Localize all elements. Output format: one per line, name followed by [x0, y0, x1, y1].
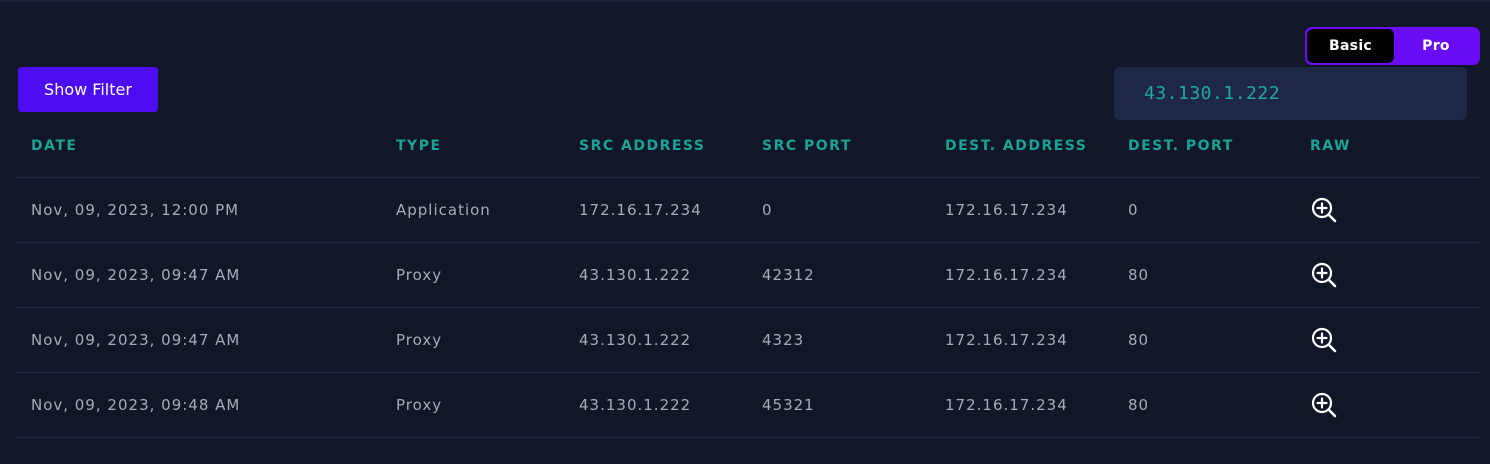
- table-row[interactable]: Nov, 09, 2023, 09:47 AM Proxy 43.130.1.2…: [16, 307, 1480, 373]
- cell-date: Nov, 09, 2023, 12:00 PM: [16, 177, 396, 243]
- header-type[interactable]: TYPE: [396, 114, 579, 178]
- header-dest-port[interactable]: DEST. PORT: [1128, 114, 1310, 178]
- log-table: DATE TYPE SRC ADDRESS SRC PORT DEST. ADD…: [16, 114, 1480, 438]
- mode-basic-button[interactable]: Basic: [1307, 29, 1394, 63]
- table-header-row: DATE TYPE SRC ADDRESS SRC PORT DEST. ADD…: [16, 114, 1480, 178]
- cell-dest-address: 172.16.17.234: [945, 177, 1128, 243]
- zoom-in-icon[interactable]: [1310, 196, 1338, 224]
- cell-src-port: 4323: [762, 307, 945, 373]
- cell-src-address: 43.130.1.222: [579, 242, 762, 308]
- header-raw: RAW: [1310, 114, 1480, 178]
- table-row[interactable]: Nov, 09, 2023, 09:47 AM Proxy 43.130.1.2…: [16, 242, 1480, 308]
- cell-src-port: 45321: [762, 372, 945, 438]
- cell-dest-port: 80: [1128, 372, 1310, 438]
- mode-pro-button[interactable]: Pro: [1394, 29, 1478, 63]
- table-row[interactable]: Nov, 09, 2023, 12:00 PM Application 172.…: [16, 177, 1480, 243]
- cell-src-address: 43.130.1.222: [579, 307, 762, 373]
- cell-type: Proxy: [396, 307, 579, 373]
- mode-toggle: Basic Pro: [1305, 27, 1480, 65]
- cell-dest-address: 172.16.17.234: [945, 307, 1128, 373]
- cell-dest-port: 80: [1128, 242, 1310, 308]
- cell-raw: [1310, 242, 1480, 308]
- zoom-in-icon[interactable]: [1310, 391, 1338, 419]
- zoom-in-icon[interactable]: [1310, 261, 1338, 289]
- header-date[interactable]: DATE: [16, 114, 396, 178]
- cell-date: Nov, 09, 2023, 09:47 AM: [16, 242, 396, 308]
- cell-raw: [1310, 372, 1480, 438]
- cell-src-address: 43.130.1.222: [579, 372, 762, 438]
- show-filter-button[interactable]: Show Filter: [18, 67, 158, 112]
- cell-type: Proxy: [396, 372, 579, 438]
- search-box: [1114, 67, 1467, 120]
- cell-src-address: 172.16.17.234: [579, 177, 762, 243]
- cell-dest-address: 172.16.17.234: [945, 372, 1128, 438]
- header-src-address[interactable]: SRC ADDRESS: [579, 114, 762, 178]
- cell-date: Nov, 09, 2023, 09:48 AM: [16, 372, 396, 438]
- cell-raw: [1310, 177, 1480, 243]
- cell-raw: [1310, 307, 1480, 373]
- cell-src-port: 42312: [762, 242, 945, 308]
- cell-dest-port: 0: [1128, 177, 1310, 243]
- cell-dest-address: 172.16.17.234: [945, 242, 1128, 308]
- cell-date: Nov, 09, 2023, 09:47 AM: [16, 307, 396, 373]
- cell-src-port: 0: [762, 177, 945, 243]
- header-dest-address[interactable]: DEST. ADDRESS: [945, 114, 1128, 178]
- zoom-in-icon[interactable]: [1310, 326, 1338, 354]
- search-input[interactable]: [1144, 83, 1444, 104]
- log-viewer-page: Basic Pro Show Filter DATE TYPE SRC ADDR…: [0, 0, 1490, 464]
- cell-type: Proxy: [396, 242, 579, 308]
- cell-dest-port: 80: [1128, 307, 1310, 373]
- header-src-port[interactable]: SRC PORT: [762, 114, 945, 178]
- cell-type: Application: [396, 177, 579, 243]
- table-row[interactable]: Nov, 09, 2023, 09:48 AM Proxy 43.130.1.2…: [16, 372, 1480, 438]
